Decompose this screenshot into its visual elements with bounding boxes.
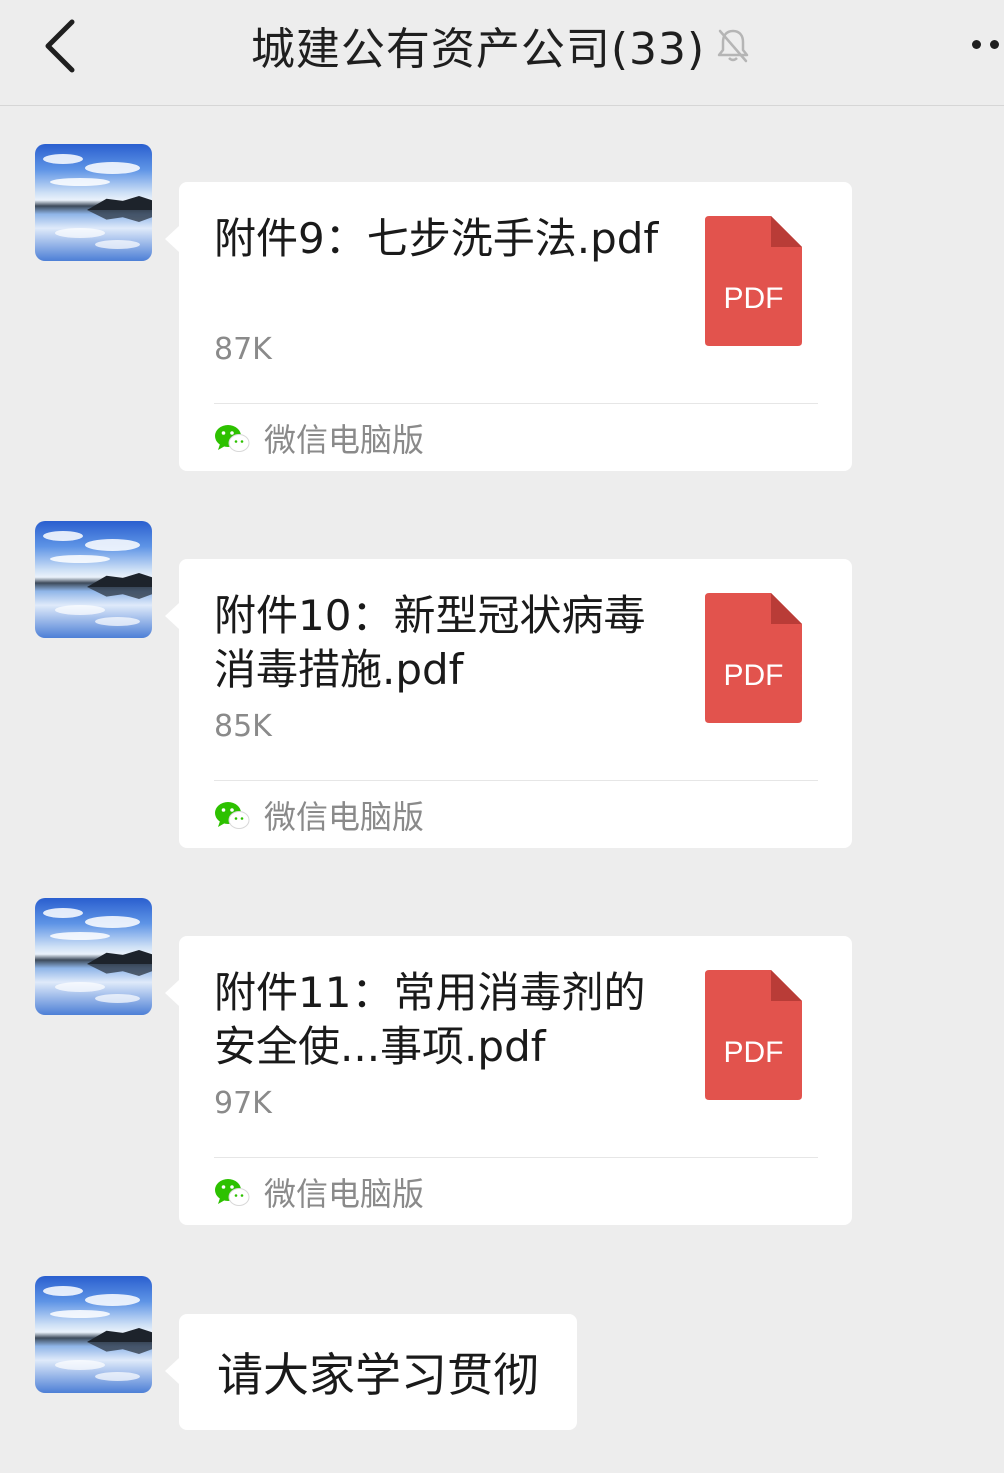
divider	[214, 780, 818, 781]
avatar[interactable]	[35, 1276, 152, 1393]
wechat-icon	[215, 425, 250, 452]
message-text: 请大家学习贯彻	[217, 1348, 539, 1402]
file-size: 85K	[214, 709, 272, 744]
wechat-icon	[215, 1179, 250, 1206]
divider	[214, 1157, 818, 1158]
more-dots-icon	[972, 40, 981, 49]
wechat-icon	[215, 802, 250, 829]
file-message[interactable]: 附件9：七步洗手法.pdf 87K PDF 微信电脑版	[165, 182, 852, 471]
text-message[interactable]: 请大家学习贯彻	[165, 1314, 577, 1430]
source-info: 微信电脑版	[214, 1172, 425, 1213]
file-name: 附件11：常用消毒剂的安全使...事项.pdf	[214, 968, 646, 1071]
source-info: 微信电脑版	[214, 795, 425, 836]
pdf-label: PDF	[724, 1036, 784, 1069]
file-message[interactable]: 附件11：常用消毒剂的安全使...事项.pdf 97K PDF 微信电脑版	[165, 936, 852, 1225]
more-dots-icon	[990, 40, 999, 49]
file-message[interactable]: 附件10：新型冠状病毒消毒措施.pdf 85K PDF 微信电脑版	[165, 559, 852, 848]
file-size: 87K	[214, 332, 272, 367]
pdf-file-icon: PDF	[705, 216, 802, 346]
avatar[interactable]	[35, 144, 152, 261]
pdf-file-icon: PDF	[705, 970, 802, 1100]
bell-off-icon	[713, 25, 753, 65]
title-container: 城建公有资产公司(33)	[0, 0, 1004, 90]
pdf-label: PDF	[724, 659, 784, 692]
chat-header: 城建公有资产公司(33)	[0, 0, 1004, 106]
avatar[interactable]	[35, 521, 152, 638]
more-button[interactable]	[970, 28, 1004, 58]
source-label: 微信电脑版	[264, 421, 425, 459]
chat-title: 城建公有资产公司(33)	[250, 24, 706, 75]
divider	[214, 403, 818, 404]
pdf-label: PDF	[724, 282, 784, 315]
avatar[interactable]	[35, 898, 152, 1015]
source-info: 微信电脑版	[214, 418, 425, 459]
source-label: 微信电脑版	[264, 798, 425, 836]
source-label: 微信电脑版	[264, 1175, 425, 1213]
file-name: 附件9：七步洗手法.pdf	[214, 214, 659, 263]
file-name: 附件10：新型冠状病毒消毒措施.pdf	[214, 591, 646, 694]
pdf-file-icon: PDF	[705, 593, 802, 723]
file-size: 97K	[214, 1086, 272, 1121]
